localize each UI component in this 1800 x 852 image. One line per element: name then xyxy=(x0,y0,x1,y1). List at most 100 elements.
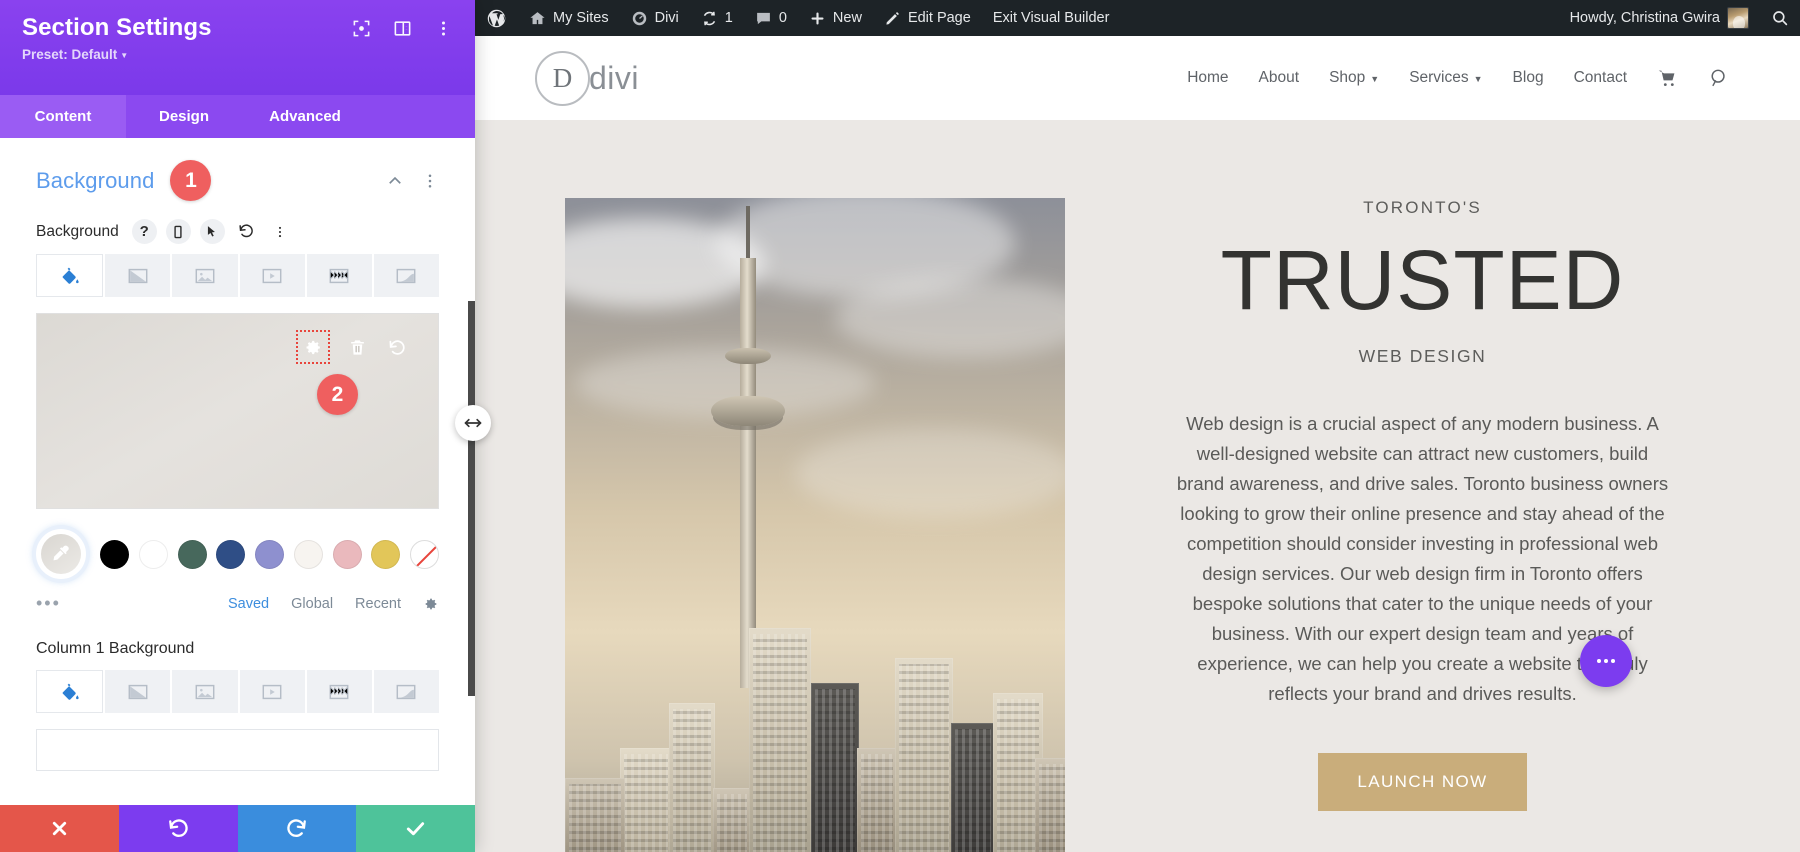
admin-bar-edit-page[interactable]: Edit Page xyxy=(873,0,982,36)
admin-bar-comments[interactable]: 0 xyxy=(744,0,798,36)
undo-button[interactable] xyxy=(118,805,238,852)
column-bg-type-color-fill[interactable] xyxy=(36,670,104,713)
hero-section: TORONTO'S TRUSTED WEB DESIGN Web design … xyxy=(475,120,1800,852)
admin-bar-my-sites[interactable]: My Sites xyxy=(518,0,620,36)
section-title: Background xyxy=(36,167,155,193)
column-bg-type-video[interactable] xyxy=(239,670,305,713)
tab-content[interactable]: Content xyxy=(0,95,126,138)
tab-advanced[interactable]: Advanced xyxy=(242,95,368,138)
redo-button[interactable] xyxy=(237,805,357,852)
swatch-periwinkle[interactable] xyxy=(255,539,284,569)
swatch-no-color[interactable] xyxy=(410,539,439,569)
settings-panel-body: Background 1 Background ? 2 ••• Saved Gl… xyxy=(0,138,475,805)
eyedropper-icon[interactable] xyxy=(36,529,86,579)
admin-bar-search[interactable] xyxy=(1760,0,1800,36)
swatch-off-white[interactable] xyxy=(293,539,323,569)
palette-more-button[interactable]: ••• xyxy=(36,593,61,614)
column-background-type-toggle xyxy=(36,670,440,713)
gear-icon[interactable] xyxy=(423,596,439,612)
hero-image-toronto-cn-tower-skyline[interactable] xyxy=(565,198,1065,852)
admin-bar-label: 0 xyxy=(778,10,787,26)
admin-bar-new[interactable]: New xyxy=(798,0,873,36)
swatch-gold[interactable] xyxy=(371,539,401,569)
chevron-up-icon[interactable] xyxy=(386,172,404,190)
panel-resize-handle[interactable] xyxy=(455,405,491,441)
field-label: Background xyxy=(36,222,119,240)
column-bg-type-pattern[interactable] xyxy=(306,670,372,713)
background-type-toggle xyxy=(36,254,440,297)
divi-visual-builder-screen: Section Settings Preset: Default ▼ Conte… xyxy=(0,0,1800,852)
bg-type-gradient[interactable] xyxy=(105,254,171,297)
responsive-phone-icon[interactable] xyxy=(165,219,191,244)
background-field-label-row: Background ? xyxy=(36,215,439,254)
swatch-white[interactable] xyxy=(138,539,168,569)
admin-bar-label: 1 xyxy=(724,10,733,26)
trash-icon[interactable] xyxy=(344,334,370,360)
admin-bar-updates[interactable]: 1 xyxy=(690,0,744,36)
column-background-preview[interactable] xyxy=(36,729,439,771)
site-logo[interactable]: D divi xyxy=(535,50,640,106)
nav-label: About xyxy=(1258,69,1300,86)
background-color-preview[interactable]: 2 xyxy=(36,313,439,509)
plus-icon xyxy=(809,10,826,27)
admin-bar-divi[interactable]: Divi xyxy=(620,0,690,36)
preset-label: Preset: Default xyxy=(22,46,118,62)
panel-scrollbar[interactable] xyxy=(467,301,475,805)
cancel-button[interactable] xyxy=(0,805,119,852)
bg-type-color-fill[interactable] xyxy=(36,254,104,297)
search-icon[interactable] xyxy=(1708,67,1730,89)
nav-label: Blog xyxy=(1512,69,1544,86)
admin-bar-wordpress-logo[interactable] xyxy=(475,0,518,36)
bg-type-image[interactable] xyxy=(172,254,238,297)
background-section-header[interactable]: Background 1 xyxy=(36,138,439,215)
nav-item-about[interactable]: About xyxy=(1259,69,1300,87)
bg-type-pattern[interactable] xyxy=(306,254,372,297)
reset-icon[interactable] xyxy=(234,219,259,244)
hover-cursor-icon[interactable] xyxy=(199,219,225,244)
builder-menu-button[interactable] xyxy=(1580,635,1632,687)
comments-icon xyxy=(755,10,772,27)
more-vertical-icon[interactable] xyxy=(434,19,453,38)
more-vertical-icon[interactable] xyxy=(421,172,439,190)
column-bg-type-mask[interactable] xyxy=(373,670,440,713)
swatch-dark-green[interactable] xyxy=(177,539,207,569)
nav-item-services[interactable]: Services ▼ xyxy=(1409,69,1482,87)
site-preview: My Sites Divi 1 0 New Edit Page Exit Vis… xyxy=(475,0,1800,852)
swatch-navy-blue[interactable] xyxy=(216,539,246,569)
sites-home-icon xyxy=(529,10,546,27)
column-bg-type-image[interactable] xyxy=(172,670,238,713)
column-bg-type-gradient[interactable] xyxy=(105,670,171,713)
logo-text: divi xyxy=(589,59,640,96)
reset-icon[interactable] xyxy=(384,334,410,360)
layout-columns-icon[interactable] xyxy=(393,19,412,38)
help-icon[interactable]: ? xyxy=(131,219,157,244)
swatch-black[interactable] xyxy=(100,539,129,569)
admin-bar-exit-visual-builder[interactable]: Exit Visual Builder xyxy=(982,0,1121,36)
save-button[interactable] xyxy=(356,805,475,852)
swatch-blush-pink[interactable] xyxy=(332,539,362,569)
gear-icon[interactable] xyxy=(296,330,330,364)
nav-item-home[interactable]: Home xyxy=(1187,69,1228,87)
palette-tab-global[interactable]: Global xyxy=(291,596,333,612)
nav-item-contact[interactable]: Contact xyxy=(1574,69,1627,87)
tab-design[interactable]: Design xyxy=(126,95,242,138)
palette-tab-recent[interactable]: Recent xyxy=(355,596,401,612)
preset-selector[interactable]: Preset: Default ▼ xyxy=(22,47,453,62)
logo-mark: D xyxy=(535,50,590,106)
scrollbar-thumb[interactable] xyxy=(468,301,475,696)
chevron-down-icon: ▼ xyxy=(120,50,129,60)
site-navigation: Home About Shop ▼ Services ▼ Blog Contact xyxy=(1187,67,1730,89)
palette-tab-saved[interactable]: Saved xyxy=(228,596,269,612)
nav-item-shop[interactable]: Shop ▼ xyxy=(1329,69,1379,87)
shopping-cart-icon[interactable] xyxy=(1657,68,1678,89)
launch-now-button[interactable]: LAUNCH NOW xyxy=(1318,752,1527,811)
more-vertical-icon[interactable] xyxy=(268,219,293,244)
bg-type-video[interactable] xyxy=(239,254,305,297)
focus-target-icon[interactable] xyxy=(352,19,371,38)
admin-bar-howdy[interactable]: Howdy, Christina Gwira xyxy=(1559,0,1760,36)
palette-tab-row: ••• Saved Global Recent xyxy=(36,579,439,614)
nav-item-blog[interactable]: Blog xyxy=(1513,69,1544,87)
chevron-down-icon: ▼ xyxy=(1473,74,1483,84)
swatch-list xyxy=(100,539,439,569)
bg-type-mask[interactable] xyxy=(373,254,440,297)
